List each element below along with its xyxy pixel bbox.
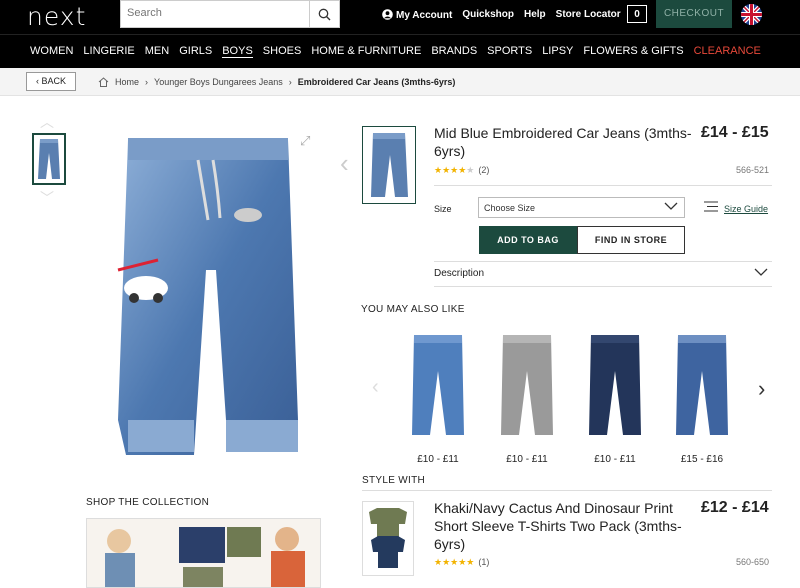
product-code: 566-521 <box>736 165 770 175</box>
uk-flag-icon[interactable] <box>741 4 762 25</box>
nav-flowers-gifts[interactable]: FLOWERS & GIFTS <box>583 45 683 58</box>
collection-title: SHOP THE COLLECTION <box>86 497 210 508</box>
collection-image[interactable] <box>86 518 321 588</box>
divider <box>434 261 772 262</box>
breadcrumb-category[interactable]: Younger Boys Dungarees Jeans <box>154 77 283 87</box>
account-icon <box>382 9 393 20</box>
nav-brands[interactable]: BRANDS <box>431 45 477 58</box>
breadcrumb-home[interactable]: Home <box>115 77 139 87</box>
nav-shoes[interactable]: SHOES <box>263 45 302 58</box>
chevron-left-icon[interactable]: ‹ <box>372 376 379 399</box>
product-thumbnail <box>362 126 416 204</box>
divider <box>434 286 772 287</box>
recommended-price: £15 - £16 <box>680 454 724 465</box>
recommended-product[interactable] <box>495 331 559 443</box>
size-select[interactable]: Choose Size <box>478 197 685 218</box>
store-locator-link[interactable]: Store Locator <box>556 9 621 21</box>
chevron-down-icon <box>664 201 678 213</box>
my-account-link[interactable]: My Account <box>382 9 452 21</box>
nav-women[interactable]: WOMEN <box>30 45 73 58</box>
star-rating-icon: ★★★★★ <box>434 165 475 175</box>
recommended-product[interactable] <box>406 331 470 443</box>
nav-girls[interactable]: GIRLS <box>179 45 212 58</box>
star-rating-icon: ★★★★★ <box>434 557 475 567</box>
chevron-down-icon[interactable] <box>754 264 768 282</box>
style-with-title-text[interactable]: Khaki/Navy Cactus And Dinosaur Print Sho… <box>434 499 696 553</box>
search-box <box>120 0 340 28</box>
recommended-price: £10 - £11 <box>594 454 636 465</box>
style-with-code: 560-650 <box>736 557 770 567</box>
main-nav: WOMEN LINGERIE MEN GIRLS BOYS SHOES HOME… <box>0 34 800 68</box>
checkout-button[interactable]: CHECKOUT <box>656 0 732 28</box>
expand-icon[interactable]: ⤢ <box>300 133 310 149</box>
size-guide-link[interactable]: Size Guide <box>704 201 768 214</box>
description-toggle[interactable]: Description <box>434 268 484 279</box>
top-links: My Account Quickshop Help Store Locator <box>382 9 621 21</box>
style-with-title: STYLE WITH <box>362 475 426 486</box>
search-button[interactable] <box>309 1 339 27</box>
previous-arrow-icon[interactable]: ‹ <box>340 148 349 179</box>
chevron-right-icon: › <box>145 77 149 87</box>
rating-count: (2) <box>478 165 490 175</box>
nav-clearance[interactable]: CLEARANCE <box>694 45 761 58</box>
nav-men[interactable]: MEN <box>145 45 169 58</box>
recommended-price: £10 - £11 <box>417 454 459 465</box>
shopping-bag-button[interactable]: 0 <box>627 5 647 23</box>
quickshop-link[interactable]: Quickshop <box>462 9 514 21</box>
chevron-down-icon[interactable]: ﹀ <box>40 188 54 208</box>
nav-lipsy[interactable]: LIPSY <box>542 45 573 58</box>
recommended-product[interactable] <box>670 331 734 443</box>
find-in-store-button[interactable]: FIND IN STORE <box>577 226 685 254</box>
chevron-right-icon: › <box>288 77 292 87</box>
divider <box>434 185 772 186</box>
breadcrumb-current: Embroidered Car Jeans (3mths-6yrs) <box>297 77 456 87</box>
breadcrumb: Home › Younger Boys Dungarees Jeans › Em… <box>98 77 455 87</box>
chevron-up-icon[interactable]: ︿ <box>40 112 54 132</box>
help-link[interactable]: Help <box>524 9 546 21</box>
product-title: Mid Blue Embroidered Car Jeans (3mths-6y… <box>434 125 692 159</box>
chevron-right-icon[interactable]: › <box>758 376 765 402</box>
product-price: £14 - £15 <box>701 124 769 141</box>
ruler-icon <box>704 201 718 212</box>
search-input[interactable] <box>127 7 307 19</box>
nav-home-furniture[interactable]: HOME & FURNITURE <box>311 45 421 58</box>
nav-lingerie[interactable]: LINGERIE <box>83 45 134 58</box>
bag-count: 0 <box>634 9 640 20</box>
recommended-product[interactable] <box>583 331 647 443</box>
main-product-image[interactable] <box>108 120 318 470</box>
rating-count: (1) <box>478 557 490 567</box>
style-with-rating[interactable]: ★★★★★ (1) <box>434 557 489 568</box>
gallery-thumbnail[interactable] <box>32 133 66 185</box>
back-button[interactable]: ‹ BACK <box>26 72 76 91</box>
top-bar: next My Account Quickshop Help Store Loc… <box>0 0 800 34</box>
nav-sports[interactable]: SPORTS <box>487 45 532 58</box>
nav-boys[interactable]: BOYS <box>222 45 253 58</box>
search-icon <box>318 8 331 20</box>
breadcrumb-bar: ‹ BACK Home › Younger Boys Dungarees Jea… <box>0 68 800 96</box>
recommended-price: £10 - £11 <box>506 454 548 465</box>
also-like-title: YOU MAY ALSO LIKE <box>361 304 465 315</box>
add-to-bag-button[interactable]: ADD TO BAG <box>479 226 577 254</box>
size-label: Size <box>434 204 452 214</box>
style-with-price: £12 - £14 <box>701 499 769 516</box>
divider <box>362 490 772 491</box>
product-rating[interactable]: ★★★★★ (2) <box>434 165 489 176</box>
style-with-thumbnail[interactable] <box>362 501 414 576</box>
home-icon <box>98 77 109 87</box>
next-logo[interactable]: next <box>27 2 86 31</box>
